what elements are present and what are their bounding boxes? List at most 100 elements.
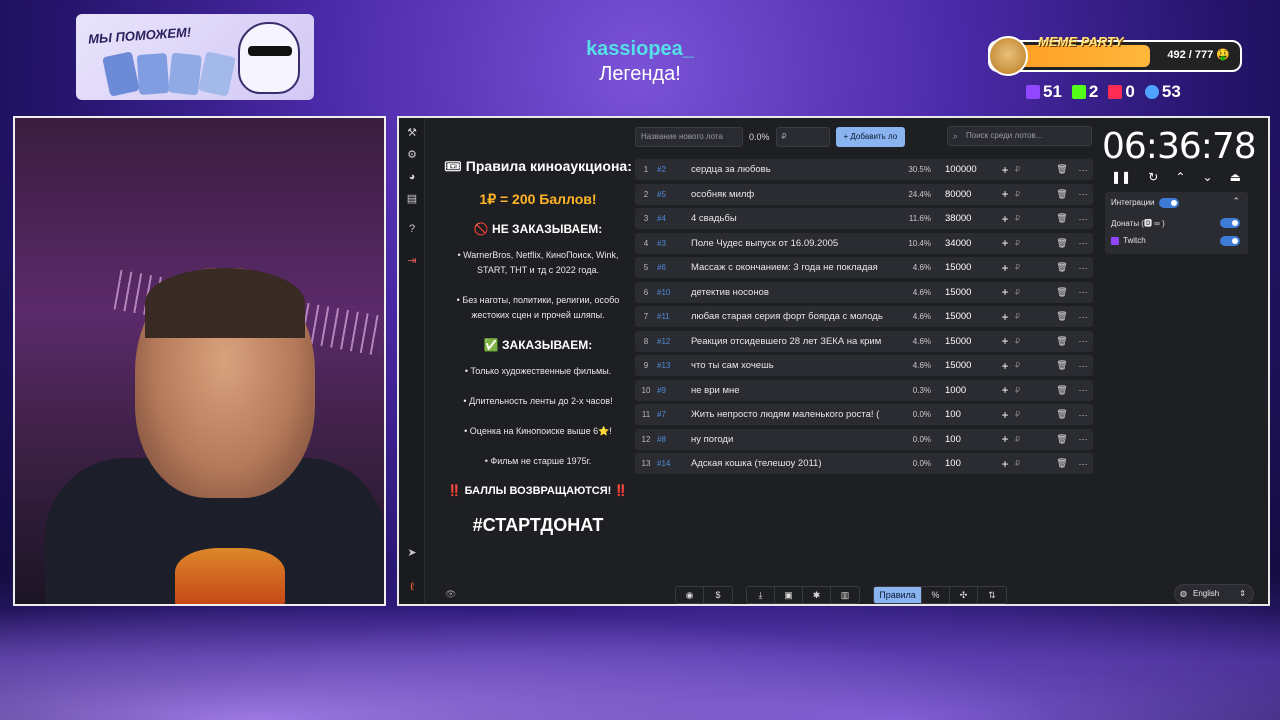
ruble-input[interactable]: ₽	[1015, 435, 1031, 444]
lot-name[interactable]: не ври мне	[691, 385, 891, 396]
lot-name[interactable]: Массаж с окончанием: 3 года не покладая	[691, 262, 891, 273]
ruble-input[interactable]: ₽	[1015, 214, 1031, 223]
lot-amount[interactable]: 100	[945, 434, 995, 445]
lot-amount[interactable]: 15000	[945, 287, 995, 298]
delete-icon[interactable]: 🗑	[1051, 385, 1073, 396]
lot-amount[interactable]: 34000	[945, 238, 995, 249]
lot-amount[interactable]: 38000	[945, 213, 995, 224]
more-icon[interactable]: ···	[1073, 434, 1093, 444]
lot-id[interactable]: #7	[657, 410, 691, 419]
lot-id[interactable]: #6	[657, 263, 691, 272]
lot-amount[interactable]: 15000	[945, 262, 995, 273]
lot-id[interactable]: #8	[657, 435, 691, 444]
delete-icon[interactable]: 🗑	[1051, 164, 1073, 175]
add-amount-icon[interactable]: +	[995, 457, 1015, 471]
donation-alerts-icon[interactable]: ℓ	[405, 580, 419, 594]
add-amount-icon[interactable]: +	[995, 383, 1015, 397]
delete-icon[interactable]: 🗑	[1051, 311, 1073, 322]
delete-icon[interactable]: 🗑	[1051, 189, 1073, 200]
lot-amount[interactable]: 15000	[945, 360, 995, 371]
twitch-toggle[interactable]	[1220, 236, 1240, 246]
lot-row[interactable]: 2 #5 особняк милф 24.4% 80000 + ₽ 🗑 ···	[635, 183, 1093, 205]
delete-icon[interactable]: 🗑	[1051, 458, 1073, 469]
add-lot-button[interactable]: + Добавить ло	[835, 127, 906, 147]
lot-name[interactable]: особняк милф	[691, 189, 891, 200]
ruble-input[interactable]: ₽	[1015, 312, 1031, 321]
more-icon[interactable]: ···	[1073, 361, 1093, 371]
delete-icon[interactable]: 🗑	[1051, 262, 1073, 273]
add-amount-icon[interactable]: +	[995, 261, 1015, 275]
lot-amount[interactable]: 100	[945, 409, 995, 420]
more-icon[interactable]: ···	[1073, 214, 1093, 224]
lot-row[interactable]: 11 #7 Жить непросто людям маленького роста…	[635, 404, 1093, 425]
lot-row[interactable]: 10 #9 не ври мне 0.3% 1000 + ₽ 🗑 ···	[635, 379, 1093, 401]
clipboard-icon[interactable]: ▤	[405, 192, 419, 206]
lot-name[interactable]: ну погоди	[691, 434, 891, 445]
lot-amount[interactable]: 100000	[945, 164, 995, 175]
ruble-input[interactable]: ₽	[1015, 410, 1031, 419]
lot-name[interactable]: сердца за любовь	[691, 164, 891, 175]
lot-id[interactable]: #14	[657, 459, 691, 468]
new-lot-amount-input[interactable]: ₽	[775, 127, 830, 147]
more-icon[interactable]: ···	[1073, 312, 1093, 322]
add-amount-icon[interactable]: +	[995, 334, 1015, 348]
ruble-input[interactable]: ₽	[1015, 361, 1031, 370]
search-input[interactable]: ⌕ Поиск среди лотов...	[947, 126, 1092, 146]
bug-icon[interactable]: ✱	[803, 587, 831, 603]
telegram-icon[interactable]: ➤	[405, 546, 419, 560]
more-icon[interactable]: ···	[1073, 287, 1093, 297]
donations-toggle[interactable]	[1220, 218, 1240, 228]
pause-icon[interactable]: ❚❚	[1111, 170, 1131, 184]
github-icon[interactable]: ◉	[676, 587, 704, 603]
more-icon[interactable]: ···	[1073, 189, 1093, 199]
logout-icon[interactable]: ⇥	[405, 254, 419, 268]
more-icon[interactable]: ···	[1073, 410, 1093, 420]
delete-icon[interactable]: 🗑	[1051, 336, 1073, 347]
lot-amount[interactable]: 1000	[945, 385, 995, 396]
add-amount-icon[interactable]: +	[995, 408, 1015, 422]
lot-name[interactable]: любая старая серия форт боярда с молодь	[691, 311, 891, 322]
wheel-icon[interactable]: ◕	[405, 170, 419, 184]
delete-icon[interactable]: 🗑	[1051, 409, 1073, 420]
more-icon[interactable]: ···	[1073, 263, 1093, 273]
ruble-input[interactable]: ₽	[1015, 165, 1031, 174]
lot-id[interactable]: #5	[657, 190, 691, 199]
more-icon[interactable]: ···	[1073, 165, 1093, 175]
more-icon[interactable]: ···	[1073, 459, 1093, 469]
lot-row[interactable]: 9 #13 что ты сам хочешь 4.6% 15000 + ₽ 🗑 ···	[635, 355, 1093, 376]
lot-id[interactable]: #9	[657, 386, 691, 395]
lot-id[interactable]: #4	[657, 214, 691, 223]
lot-name[interactable]: Адская кошка (телешоу 2011)	[691, 458, 891, 469]
lot-row[interactable]: 8 #12 Реакция отсидевшего 28 лет ЗЕКА на к…	[635, 330, 1093, 352]
add-amount-icon[interactable]: +	[995, 212, 1015, 226]
arrow-up-icon[interactable]: ⌃	[1175, 170, 1185, 184]
lot-amount[interactable]: 80000	[945, 189, 995, 200]
add-amount-icon[interactable]: +	[995, 236, 1015, 250]
gavel-icon[interactable]: ⚒	[405, 126, 419, 140]
lot-row[interactable]: 7 #11 любая старая серия форт боярда с мол…	[635, 306, 1093, 327]
ruble-input[interactable]: ₽	[1015, 263, 1031, 272]
lot-id[interactable]: #10	[657, 288, 691, 297]
ruble-input[interactable]: ₽	[1015, 386, 1031, 395]
lot-amount[interactable]: 15000	[945, 311, 995, 322]
lot-row[interactable]: 5 #6 Массаж с окончанием: 3 года не поклад…	[635, 257, 1093, 278]
lot-amount[interactable]: 100	[945, 458, 995, 469]
more-icon[interactable]: ···	[1073, 336, 1093, 346]
lot-name[interactable]: что ты сам хочешь	[691, 360, 891, 371]
lot-id[interactable]: #11	[657, 312, 691, 321]
reset-icon[interactable]: ↻	[1148, 170, 1158, 184]
ruble-input[interactable]: ₽	[1015, 288, 1031, 297]
arrow-down-icon[interactable]: ⌄	[1202, 170, 1212, 184]
lot-name[interactable]: Реакция отсидевшего 28 лет ЗЕКА на крим	[691, 336, 891, 347]
delete-icon[interactable]: 🗑	[1051, 360, 1073, 371]
delete-icon[interactable]: 🗑	[1051, 213, 1073, 224]
ruble-input[interactable]: ₽	[1015, 459, 1031, 468]
ruble-input[interactable]: ₽	[1015, 239, 1031, 248]
lot-name[interactable]: Поле Чудес выпуск от 16.09.2005	[691, 238, 891, 249]
lot-row[interactable]: 6 #10 детектив носонов 4.6% 15000 + ₽ 🗑 ···	[635, 281, 1093, 303]
delete-icon[interactable]: 🗑	[1051, 287, 1073, 298]
collapse-icon[interactable]: ⌃	[1232, 196, 1240, 207]
sort-icon[interactable]: ⇅	[978, 587, 1006, 603]
tab-rules[interactable]: Правила	[874, 587, 922, 603]
delete-icon[interactable]: 🗑	[1051, 238, 1073, 249]
